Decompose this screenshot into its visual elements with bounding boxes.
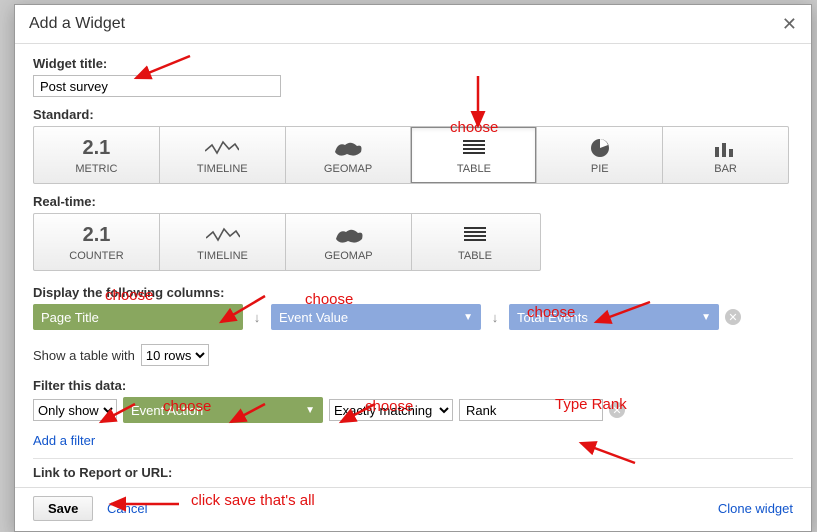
type-pie[interactable]: PIE [537, 127, 663, 183]
cancel-link[interactable]: Cancel [107, 501, 147, 516]
add-widget-modal: Add a Widget ✕ Widget title: Standard: 2… [14, 4, 812, 532]
table-icon [462, 224, 488, 246]
type-label: COUNTER [69, 250, 123, 262]
metric-icon: 2.1 [83, 137, 111, 160]
columns-label: Display the following columns: [33, 285, 793, 300]
type-bar[interactable]: BAR [663, 127, 788, 183]
widget-title-input[interactable] [33, 75, 281, 97]
type-timeline[interactable]: TIMELINE [160, 127, 286, 183]
realtime-label: Real-time: [33, 194, 793, 209]
type-geomap[interactable]: GEOMAP [286, 127, 412, 183]
column-3-dropdown[interactable]: Total Events ▼ [509, 304, 719, 330]
rt-type-geomap[interactable]: GEOMAP [286, 214, 412, 270]
realtime-type-grid: 2.1 COUNTER TIMELINE GEOMAP TABLE [33, 213, 541, 271]
type-metric[interactable]: 2.1 METRIC [34, 127, 160, 183]
pie-icon [589, 137, 611, 159]
chevron-down-icon: ▼ [225, 312, 235, 323]
filter-value-input[interactable] [459, 399, 603, 421]
reorder-icon[interactable]: ↓ [249, 310, 265, 325]
show-rows-label: Show a table with [33, 348, 135, 363]
chevron-down-icon: ▼ [701, 312, 711, 323]
type-label: GEOMAP [324, 250, 372, 262]
close-icon[interactable]: ✕ [782, 15, 797, 33]
type-label: METRIC [75, 163, 117, 175]
dropdown-value: Page Title [41, 310, 99, 325]
add-filter-link[interactable]: Add a filter [33, 433, 95, 448]
timeline-icon [206, 224, 240, 246]
counter-icon: 2.1 [83, 224, 111, 247]
filter-match-select[interactable]: Exactly matching [329, 399, 453, 421]
type-label: PIE [591, 163, 609, 175]
annotation-text: click save that's all [191, 492, 315, 509]
rows-select[interactable]: 10 rows [141, 344, 209, 366]
save-button[interactable]: Save [33, 496, 93, 521]
type-table[interactable]: TABLE [411, 127, 537, 183]
widget-title-label: Widget title: [33, 56, 793, 71]
bar-icon [713, 137, 739, 159]
chevron-down-icon: ▼ [463, 312, 473, 323]
standard-label: Standard: [33, 107, 793, 122]
remove-column-icon[interactable]: ✕ [725, 309, 741, 325]
column-2-dropdown[interactable]: Event Value ▼ [271, 304, 481, 330]
type-label: TABLE [457, 163, 491, 175]
geomap-icon [333, 137, 363, 159]
rt-type-timeline[interactable]: TIMELINE [160, 214, 286, 270]
rt-type-table[interactable]: TABLE [412, 214, 538, 270]
filter-label: Filter this data: [33, 378, 793, 393]
table-icon [461, 137, 487, 159]
type-label: TABLE [458, 250, 492, 262]
filter-row: Only show Event Action ▼ Exactly matching… [33, 397, 793, 423]
type-label: BAR [714, 163, 737, 175]
modal-body: Widget title: Standard: 2.1 METRIC TIMEL… [15, 44, 811, 487]
dropdown-value: Event Value [279, 310, 348, 325]
clone-widget-link[interactable]: Clone widget [718, 501, 793, 516]
type-label: TIMELINE [197, 250, 248, 262]
column-1-dropdown[interactable]: Page Title ▼ [33, 304, 243, 330]
dropdown-value: Total Events [517, 310, 588, 325]
columns-row: Page Title ▼ ↓ Event Value ▼ ↓ Total Event… [33, 304, 793, 330]
dropdown-value: Event Action [131, 403, 203, 418]
filter-mode-select[interactable]: Only show [33, 399, 117, 421]
filter-dimension-dropdown[interactable]: Event Action ▼ [123, 397, 323, 423]
modal-header: Add a Widget ✕ [15, 5, 811, 44]
rt-type-counter[interactable]: 2.1 COUNTER [34, 214, 160, 270]
reorder-icon[interactable]: ↓ [487, 310, 503, 325]
show-rows-row: Show a table with 10 rows [33, 344, 793, 366]
type-label: GEOMAP [324, 163, 372, 175]
standard-type-grid: 2.1 METRIC TIMELINE GEOMAP TABLE [33, 126, 789, 184]
timeline-icon [205, 137, 239, 159]
type-label: TIMELINE [197, 163, 248, 175]
remove-filter-icon[interactable]: ✕ [609, 402, 625, 418]
modal-title: Add a Widget [29, 15, 125, 33]
chevron-down-icon: ▼ [305, 405, 315, 416]
geomap-icon [334, 224, 364, 246]
modal-footer: Save Cancel click save that's all Clone … [15, 487, 811, 531]
link-report-label: Link to Report or URL: [33, 465, 793, 480]
